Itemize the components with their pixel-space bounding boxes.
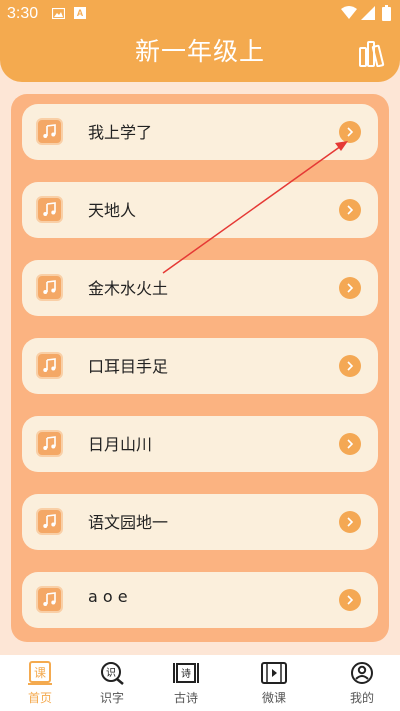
svg-text:课: 课 bbox=[34, 666, 46, 680]
app-header: 3:30 A 新一年级上 bbox=[0, 0, 400, 82]
lesson-label: 日月山川 bbox=[88, 435, 153, 454]
lesson-item[interactable]: 语文园地一 bbox=[22, 494, 378, 550]
lesson-icon: 课 bbox=[28, 661, 52, 685]
chevron-right-icon[interactable] bbox=[339, 355, 361, 377]
battery-icon bbox=[382, 5, 391, 21]
music-note-icon bbox=[36, 274, 63, 301]
nav-label: 首页 bbox=[27, 691, 52, 705]
lesson-label: 口耳目手足 bbox=[88, 357, 169, 376]
music-note-icon bbox=[36, 352, 63, 379]
literacy-icon: 识 bbox=[101, 662, 124, 685]
music-note-icon bbox=[36, 196, 63, 223]
books-icon[interactable] bbox=[359, 39, 385, 67]
nav-profile[interactable]: 我的 bbox=[322, 655, 400, 711]
lesson-label: a o e bbox=[88, 587, 128, 606]
chevron-right-icon[interactable] bbox=[339, 589, 361, 611]
chevron-right-icon[interactable] bbox=[339, 121, 361, 143]
music-note-icon bbox=[36, 508, 63, 535]
chevron-right-icon[interactable] bbox=[339, 199, 361, 221]
nav-label: 微课 bbox=[261, 691, 286, 705]
music-note-icon bbox=[36, 118, 63, 145]
status-time: 3:30 bbox=[7, 5, 39, 22]
svg-text:识: 识 bbox=[106, 667, 116, 679]
lesson-label: 天地人 bbox=[88, 201, 137, 220]
page-title: 新一年级上 bbox=[134, 37, 265, 66]
lesson-label: 语文园地一 bbox=[88, 513, 169, 532]
poem-icon: 诗 bbox=[173, 663, 199, 683]
wifi-icon bbox=[341, 6, 357, 19]
lesson-label: 金木水火土 bbox=[88, 279, 169, 298]
lesson-item[interactable]: 天地人 bbox=[22, 182, 378, 238]
a-notification-icon: A bbox=[74, 7, 86, 19]
bottom-nav: 课 首页 识 识字 诗 古诗 微课 我的 bbox=[0, 655, 400, 711]
nav-label: 我的 bbox=[349, 691, 374, 705]
lesson-list: 我上学了 天地人 金木水火土 口耳目手足 日月山川 语文园地一 a o e bbox=[11, 94, 389, 642]
signal-icon bbox=[361, 6, 375, 20]
lesson-item[interactable]: 日月山川 bbox=[22, 416, 378, 472]
svg-text:诗: 诗 bbox=[181, 667, 191, 680]
nav-poem[interactable]: 诗 古诗 bbox=[146, 655, 226, 711]
chevron-right-icon[interactable] bbox=[339, 433, 361, 455]
lesson-item[interactable]: 我上学了 bbox=[22, 104, 378, 160]
nav-label: 古诗 bbox=[173, 691, 198, 705]
music-note-icon bbox=[36, 430, 63, 457]
status-bar: 3:30 A bbox=[0, 0, 400, 28]
nav-literacy[interactable]: 识 识字 bbox=[72, 655, 152, 711]
lesson-label: 我上学了 bbox=[88, 123, 153, 142]
video-icon bbox=[261, 662, 287, 684]
lesson-item[interactable]: 口耳目手足 bbox=[22, 338, 378, 394]
nav-video[interactable]: 微课 bbox=[234, 655, 314, 711]
lesson-item[interactable]: 金木水火土 bbox=[22, 260, 378, 316]
profile-icon bbox=[351, 662, 373, 684]
chevron-right-icon[interactable] bbox=[339, 511, 361, 533]
music-note-icon bbox=[36, 586, 63, 613]
image-notification-icon bbox=[52, 8, 65, 19]
nav-home[interactable]: 课 首页 bbox=[0, 655, 80, 711]
lesson-item[interactable]: a o e bbox=[22, 572, 378, 628]
nav-label: 识字 bbox=[99, 691, 124, 705]
chevron-right-icon[interactable] bbox=[339, 277, 361, 299]
